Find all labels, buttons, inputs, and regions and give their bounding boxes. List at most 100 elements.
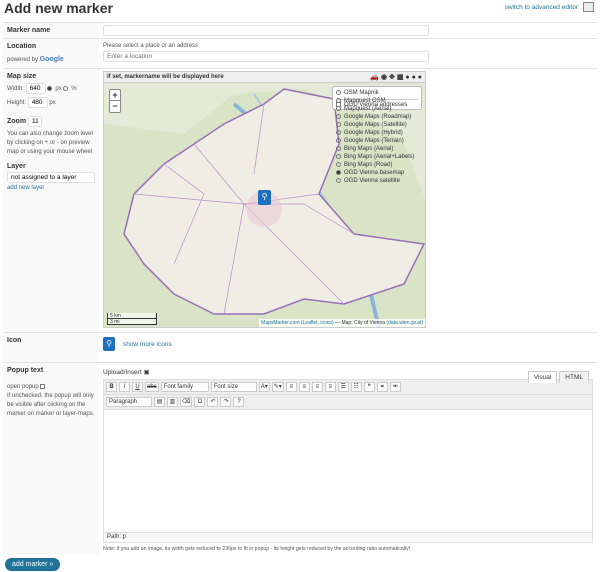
tab-visual[interactable]: Visual bbox=[527, 371, 558, 383]
layer-option[interactable]: Google Maps (Satellite) bbox=[336, 121, 418, 129]
percent-radio[interactable] bbox=[63, 85, 69, 91]
help-icon[interactable]: ? bbox=[233, 397, 245, 407]
powered-by-text: powered by bbox=[7, 57, 39, 63]
zoom-help: You can also change zoom level by clicki… bbox=[7, 131, 93, 155]
bold-button[interactable]: B bbox=[106, 382, 117, 392]
map-tool-icons[interactable]: 🚗 ◉ ✥ ▦ ● ● ● bbox=[370, 73, 422, 81]
layer-select[interactable] bbox=[7, 172, 95, 183]
overlay-label: OGD Vienna addresses bbox=[344, 102, 408, 108]
overlay-checkbox[interactable] bbox=[336, 101, 341, 107]
blockquote-icon[interactable]: ❝ bbox=[363, 382, 375, 392]
layer-option[interactable]: Google Maps (Terrain) bbox=[336, 137, 418, 145]
add-marker-button[interactable]: add marker » bbox=[5, 558, 61, 571]
layer-radio[interactable] bbox=[336, 169, 341, 175]
layer-option[interactable]: Google Maps (Roadmap) bbox=[336, 113, 418, 121]
zoom-control: + − bbox=[109, 89, 121, 113]
bullet-list-icon[interactable]: ☰ bbox=[337, 382, 349, 392]
attrib-data-link[interactable]: (data.wien.gv.at) bbox=[386, 320, 423, 326]
layer-option[interactable]: Bing Maps (Road) bbox=[336, 161, 418, 169]
highlight-button[interactable]: ✎▾ bbox=[271, 382, 284, 392]
attrib-link[interactable]: MapsMarker.com (Leaflet, icons) bbox=[261, 320, 334, 326]
percent-label: % bbox=[71, 86, 77, 92]
tab-html[interactable]: HTML bbox=[559, 371, 589, 383]
layer-option-label: Bing Maps (Aerial) bbox=[344, 146, 394, 152]
popup-help: If unchecked, the popup will only be vis… bbox=[7, 393, 95, 418]
height-input[interactable] bbox=[27, 97, 48, 108]
paste-text-icon[interactable]: ▤ bbox=[154, 397, 165, 407]
layer-radio[interactable] bbox=[336, 177, 341, 183]
width-label: Width: bbox=[7, 86, 25, 92]
text-color-button[interactable]: A▾ bbox=[258, 382, 270, 392]
editor-toggle-icon[interactable] bbox=[583, 2, 594, 12]
marker-pin-icon[interactable]: ⚲ bbox=[258, 190, 271, 205]
map-attribution: MapsMarker.com (Leaflet, icons) — Map: C… bbox=[259, 319, 425, 327]
editor-path: Path: p bbox=[104, 532, 592, 542]
undo-icon[interactable]: ↶ bbox=[207, 397, 219, 407]
layer-option[interactable]: Bing Maps (Aerial+Labels) bbox=[336, 153, 418, 161]
layer-option[interactable]: Google Maps (Hybrid) bbox=[336, 129, 418, 137]
layer-radio[interactable] bbox=[336, 113, 341, 119]
icon-label: Icon bbox=[3, 332, 99, 363]
remove-format-icon[interactable]: ⌫ bbox=[180, 397, 193, 407]
height-unit: px bbox=[49, 100, 56, 106]
underline-button[interactable]: U bbox=[132, 382, 143, 392]
switch-advanced-editor-link[interactable]: switch to advanced editor bbox=[505, 4, 578, 11]
zoom-in-button[interactable]: + bbox=[110, 90, 120, 101]
layer-option-label: OSM Mapnik bbox=[344, 90, 379, 96]
font-size-select[interactable]: Font size bbox=[210, 382, 257, 392]
justify-icon[interactable]: ≡ bbox=[324, 382, 336, 392]
editor-content[interactable] bbox=[104, 410, 592, 532]
px-radio[interactable] bbox=[47, 85, 53, 91]
italic-button[interactable]: I bbox=[119, 382, 130, 392]
add-layer-link[interactable]: add new layer bbox=[7, 185, 95, 191]
layer-option[interactable]: OSM Mapnik bbox=[336, 89, 418, 97]
layer-radio[interactable] bbox=[336, 121, 341, 127]
location-input[interactable] bbox=[103, 51, 429, 62]
align-left-icon[interactable]: ≡ bbox=[285, 382, 297, 392]
layer-radio[interactable] bbox=[336, 153, 341, 159]
height-label: Height: bbox=[7, 100, 27, 106]
layer-radio[interactable] bbox=[336, 137, 341, 143]
page-title: Add new marker bbox=[4, 0, 113, 16]
open-popup-checkbox[interactable] bbox=[40, 384, 46, 389]
layer-label: Layer bbox=[7, 163, 26, 170]
marker-form: Marker name Location powered by Google P… bbox=[3, 22, 597, 554]
layer-option-label: Bing Maps (Aerial+Labels) bbox=[344, 154, 415, 160]
selected-icon[interactable]: ⚲ bbox=[103, 337, 115, 351]
map-preview[interactable]: if set, markername will be displayed her… bbox=[103, 71, 426, 328]
align-right-icon[interactable]: ≡ bbox=[311, 382, 323, 392]
popup-label: Popup text bbox=[7, 367, 44, 374]
width-input[interactable] bbox=[25, 83, 46, 94]
layer-option-label: Google Maps (Roadmap) bbox=[344, 114, 412, 120]
marker-name-label: Marker name bbox=[3, 22, 99, 39]
layer-option-label: OGD Vienna satellite bbox=[344, 178, 400, 184]
layer-option[interactable]: OGD Vienna basemap bbox=[336, 169, 418, 177]
redo-icon[interactable]: ↷ bbox=[220, 397, 232, 407]
marker-name-input[interactable] bbox=[103, 25, 429, 36]
font-family-select[interactable]: Font family bbox=[160, 382, 209, 392]
scale-mi: 3 mi bbox=[107, 319, 157, 325]
layer-radio[interactable] bbox=[336, 89, 341, 95]
numbered-list-icon[interactable]: ☷ bbox=[350, 382, 362, 392]
upload-insert[interactable]: Upload/Insert ▣ bbox=[103, 368, 593, 376]
paragraph-select[interactable]: Paragraph bbox=[106, 397, 152, 407]
strikethrough-button[interactable]: abc bbox=[145, 382, 159, 392]
layer-radio[interactable] bbox=[336, 129, 341, 135]
layer-option[interactable]: OGD Vienna satellite bbox=[336, 177, 418, 185]
layer-radio[interactable] bbox=[336, 161, 341, 167]
special-char-icon[interactable]: Ω bbox=[194, 397, 206, 407]
layer-switcher: OSM Mapnik Mapquest OSM Mapquest (Aerial) G… bbox=[332, 86, 422, 184]
layer-radio[interactable] bbox=[336, 145, 341, 151]
align-center-icon[interactable]: ≡ bbox=[298, 382, 310, 392]
show-more-icons-link[interactable]: show more icons bbox=[123, 341, 172, 348]
image-note: Note: if you add an image, its width get… bbox=[103, 546, 411, 552]
location-hint: Please select a place or an address bbox=[103, 43, 199, 49]
unlink-icon[interactable]: ⚮ bbox=[389, 382, 401, 392]
layer-option-label: Google Maps (Satellite) bbox=[344, 122, 407, 128]
link-icon[interactable]: ⚭ bbox=[376, 382, 388, 392]
paste-word-icon[interactable]: ▥ bbox=[167, 397, 178, 407]
zoom-input[interactable] bbox=[28, 116, 43, 127]
popup-editor: B I U abc Font family Font size A▾ ✎▾ ≡ … bbox=[103, 379, 593, 543]
zoom-out-button[interactable]: − bbox=[110, 101, 120, 112]
layer-option[interactable]: Bing Maps (Aerial) bbox=[336, 145, 418, 153]
